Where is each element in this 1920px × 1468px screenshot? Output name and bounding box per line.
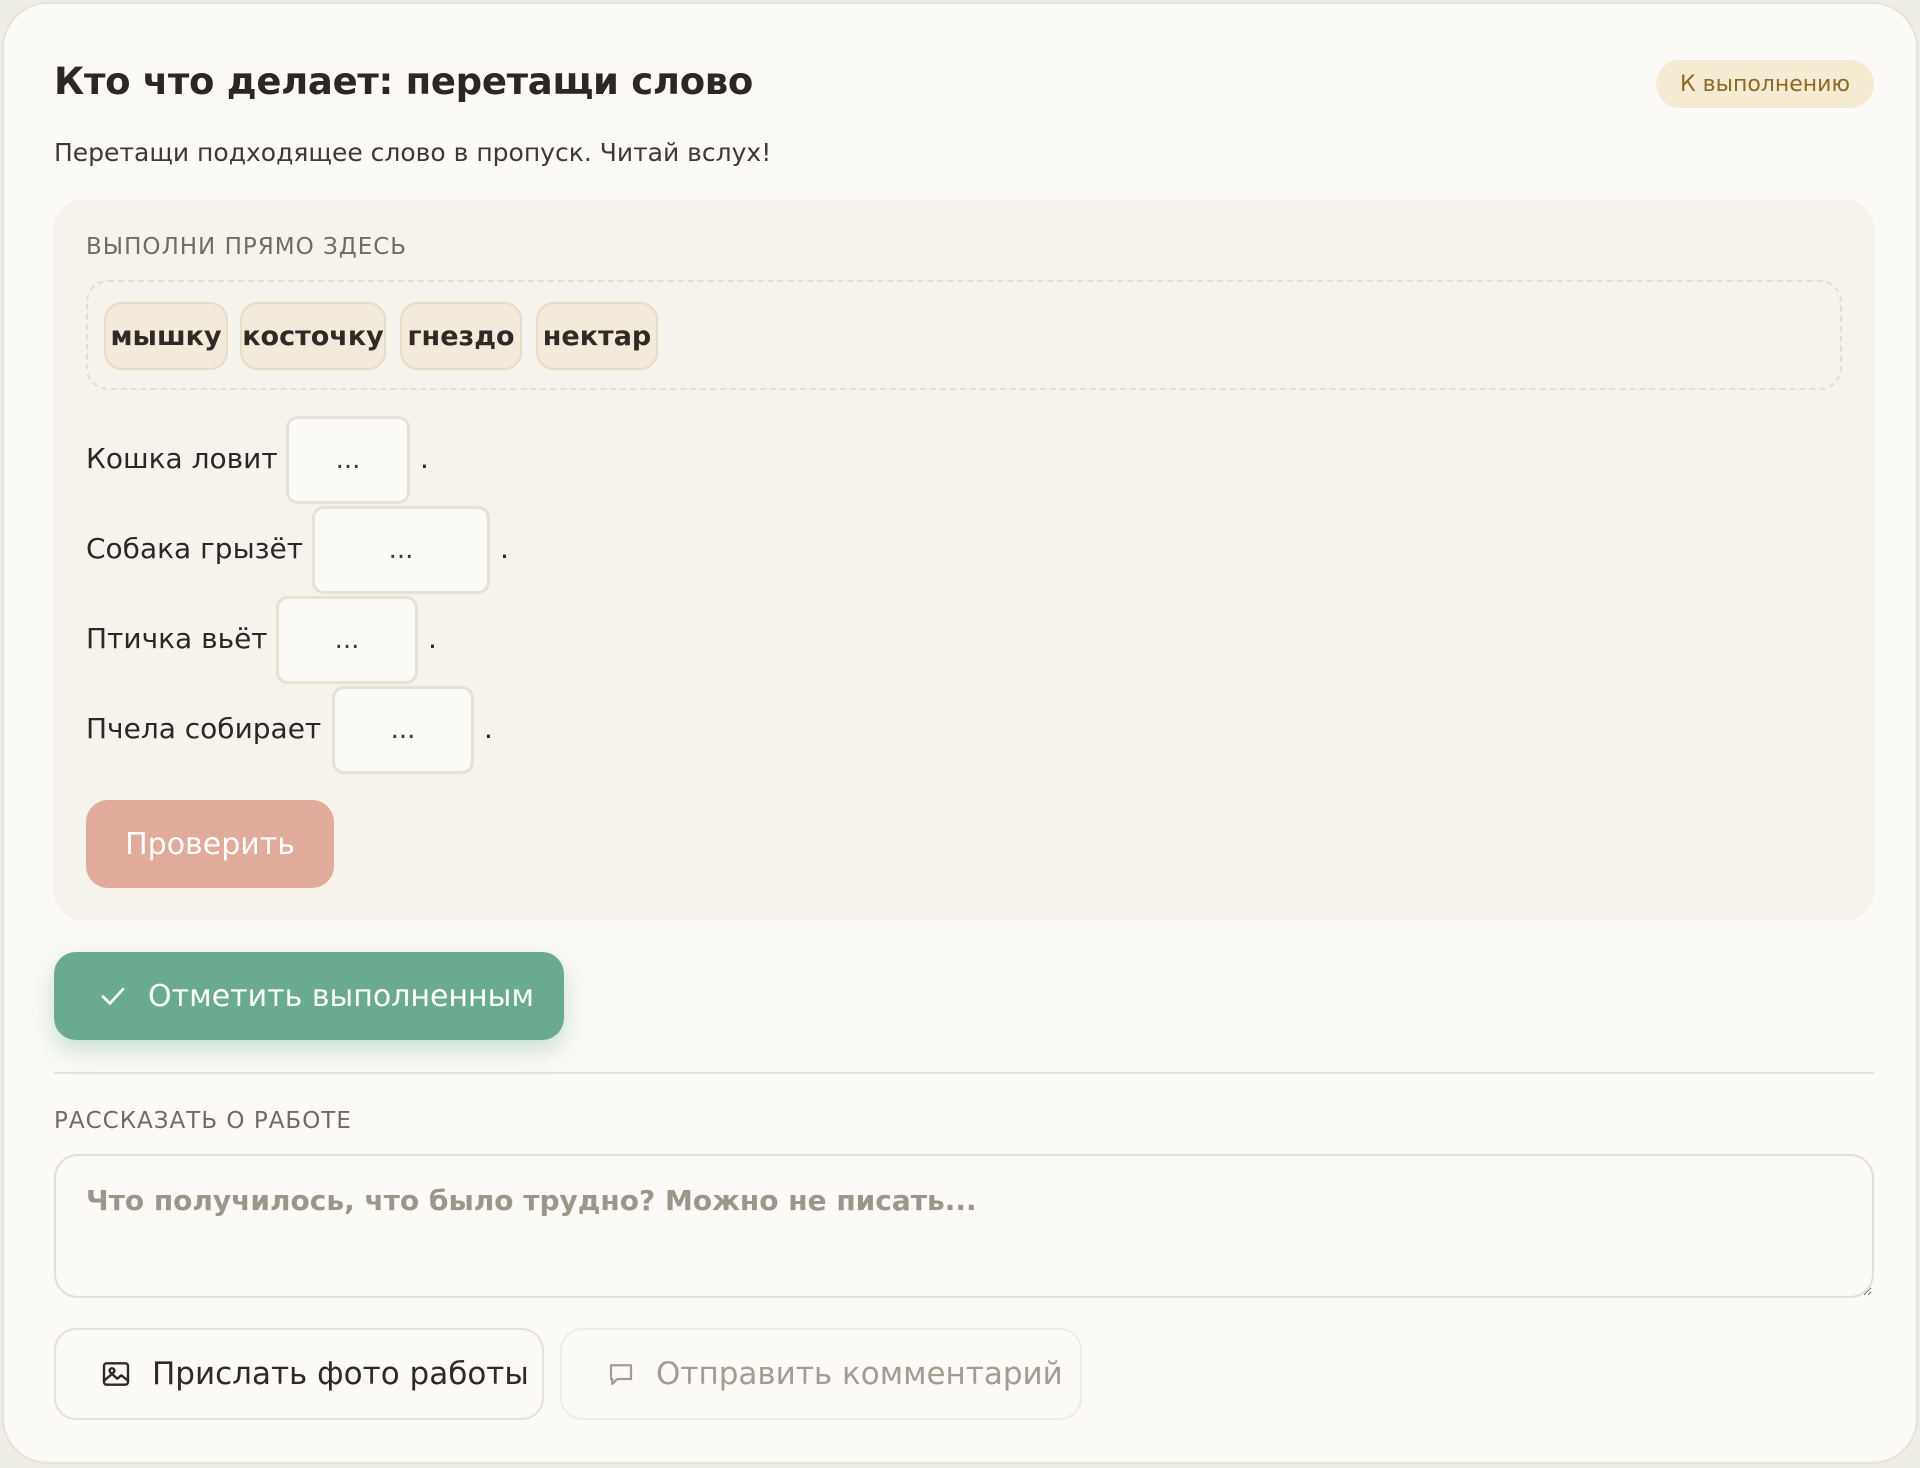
word-bank: мышку косточку гнездо нектар <box>86 280 1842 390</box>
task-title: Кто что делает: перетащи слово <box>54 60 754 103</box>
sentence-3-text: Птичка вьёт <box>86 622 268 655</box>
mark-done-button[interactable]: Отметить выполненным <box>54 952 564 1040</box>
check-icon <box>101 987 125 1005</box>
image-icon <box>102 1362 130 1386</box>
send-photo-label: Прислать фото работы <box>152 1356 529 1392</box>
check-button[interactable]: Проверить <box>86 800 334 888</box>
sentence-1-text: Кошка ловит <box>86 442 278 475</box>
comment-icon <box>609 1364 633 1386</box>
exercise-panel: ВЫПОЛНИ ПРЯМО ЗДЕСЬ мышку косточку гнезд… <box>54 200 1874 920</box>
word-chip-mouse[interactable]: мышку <box>104 302 228 370</box>
send-comment-label: Отправить комментарий <box>656 1356 1063 1392</box>
divider <box>54 1072 1874 1074</box>
word-chip-bone[interactable]: косточку <box>240 302 386 370</box>
sentence-2-drop-slot[interactable]: ... <box>312 506 490 594</box>
task-card: Кто что делает: перетащи слово К выполне… <box>2 2 1918 1464</box>
sentence-4-text: Пчела собирает <box>86 712 322 745</box>
sentence-2-text: Собака грызёт <box>86 532 304 565</box>
status-badge: К выполнению <box>1656 60 1874 108</box>
sentence-3-period: . <box>428 622 437 655</box>
sentence-3-drop-slot[interactable]: ... <box>276 596 418 684</box>
sentence-4-period: . <box>484 712 493 745</box>
exercise-section-label: ВЫПОЛНИ ПРЯМО ЗДЕСЬ <box>86 234 408 260</box>
sentence-1-period: . <box>420 442 429 475</box>
word-chip-nest[interactable]: гнездо <box>400 302 522 370</box>
send-photo-button[interactable]: Прислать фото работы <box>54 1328 544 1420</box>
task-instruction: Перетащи подходящее слово в пропуск. Чит… <box>54 138 772 167</box>
feedback-section-label: РАССКАЗАТЬ О РАБОТЕ <box>54 1108 352 1134</box>
mark-done-label: Отметить выполненным <box>148 978 534 1014</box>
send-comment-button[interactable]: Отправить комментарий <box>560 1328 1082 1420</box>
comment-field[interactable] <box>54 1154 1874 1298</box>
word-chip-nectar[interactable]: нектар <box>536 302 658 370</box>
sentence-4-drop-slot[interactable]: ... <box>332 686 474 774</box>
sentence-2-period: . <box>500 532 509 565</box>
sentence-1-drop-slot[interactable]: ... <box>286 416 410 504</box>
